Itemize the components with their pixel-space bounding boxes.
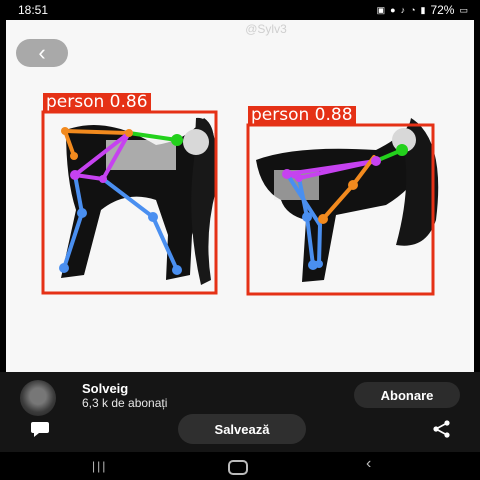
channel-action-bar: Solveig 6,3 k de abonați Abonare Salveaz… bbox=[0, 372, 480, 452]
avatar[interactable] bbox=[20, 380, 56, 416]
system-navigation-bar: ||| ‹ bbox=[0, 452, 480, 480]
photo-icon: ▣ bbox=[376, 4, 386, 15]
person-figure-left bbox=[61, 117, 217, 285]
home-icon[interactable] bbox=[228, 460, 248, 475]
channel-name[interactable]: Solveig bbox=[82, 381, 128, 396]
back-icon[interactable]: ‹ bbox=[366, 455, 371, 473]
comment-icon[interactable] bbox=[30, 420, 50, 443]
post-image-area: @Sylv3 person 0.86 person 0.88 ‹ bbox=[6, 20, 474, 372]
detection-label-left: person 0.86 bbox=[43, 93, 151, 111]
status-icons: ▣ ● ♪ ◔ ▮ 72% ▭ bbox=[377, 3, 468, 17]
battery-icon: ▭ bbox=[459, 4, 468, 15]
signal-icon: ▮ bbox=[420, 4, 426, 15]
volume-icon: ♪ bbox=[400, 5, 406, 15]
status-time: 18:51 bbox=[18, 3, 49, 17]
detection-label-right: person 0.88 bbox=[248, 106, 356, 124]
person-figure-right bbox=[256, 118, 439, 282]
chat-icon: ● bbox=[390, 5, 396, 15]
back-button[interactable]: ‹ bbox=[16, 39, 68, 67]
chevron-left-icon: ‹ bbox=[38, 40, 46, 65]
status-bar: 18:51 ▣ ● ♪ ◔ ▮ 72% ▭ bbox=[0, 0, 480, 20]
battery-percent: 72% bbox=[430, 3, 455, 17]
pose-image bbox=[41, 110, 439, 296]
save-button[interactable]: Salvează bbox=[178, 414, 306, 444]
subscriber-count: 6,3 k de abonați bbox=[82, 396, 168, 410]
subscribe-button[interactable]: Abonare bbox=[354, 382, 460, 408]
recents-icon[interactable]: ||| bbox=[92, 459, 107, 473]
wifi-icon: ◔ bbox=[410, 5, 416, 15]
share-icon[interactable] bbox=[432, 420, 452, 443]
